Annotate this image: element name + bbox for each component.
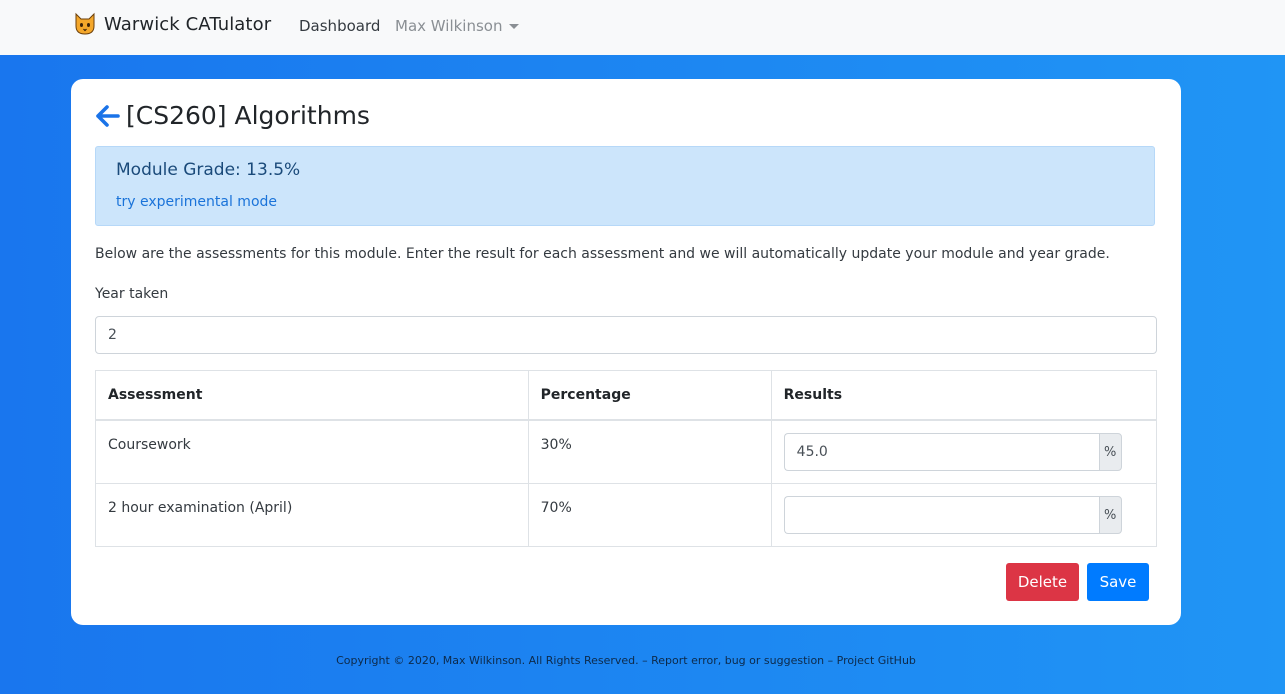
- year-taken-label: Year taken: [95, 286, 169, 302]
- assessment-name: Coursework: [95, 419, 529, 484]
- footer: Copyright © 2020, Max Wilkinson. All Rig…: [0, 654, 1252, 667]
- copyright-text: Copyright © 2020, Max Wilkinson. All Rig…: [336, 654, 639, 667]
- assessment-result-cell: %: [770, 483, 1158, 547]
- brand[interactable]: Warwick CATulator: [73, 12, 271, 36]
- column-header-assessment: Assessment: [95, 370, 529, 421]
- assessment-percentage: 30%: [527, 419, 772, 484]
- report-error-link[interactable]: Report error, bug or suggestion: [651, 654, 824, 667]
- module-title: [CS260] Algorithms: [126, 101, 370, 130]
- result-input[interactable]: [783, 496, 1099, 534]
- year-taken-input[interactable]: [95, 316, 1157, 354]
- module-grade-alert: Module Grade: 13.5% try experimental mod…: [95, 146, 1155, 226]
- module-card: [CS260] Algorithms Module Grade: 13.5% t…: [71, 79, 1181, 625]
- column-header-results: Results: [770, 370, 1158, 421]
- arrow-left-icon[interactable]: [94, 103, 120, 129]
- project-github-link[interactable]: Project GitHub: [837, 654, 916, 667]
- user-menu-label: Max Wilkinson: [395, 17, 503, 35]
- result-input[interactable]: [783, 433, 1099, 471]
- table-row: Coursework 30% %: [95, 419, 1158, 484]
- assessment-result-cell: %: [770, 419, 1158, 484]
- save-button[interactable]: Save: [1087, 563, 1149, 601]
- table-row: 2 hour examination (April) 70% %: [95, 483, 1158, 547]
- assessment-percentage: 70%: [527, 483, 772, 547]
- footer-separator: –: [638, 654, 652, 667]
- assessment-name: 2 hour examination (April): [95, 483, 529, 547]
- percent-suffix: %: [1098, 496, 1122, 534]
- table-header-row: Assessment Percentage Results: [95, 370, 1158, 421]
- result-input-group: %: [783, 433, 1122, 471]
- footer-separator: –: [824, 654, 837, 667]
- cat-face-icon: [75, 12, 95, 35]
- delete-button[interactable]: Delete: [1006, 563, 1079, 601]
- page-title: [CS260] Algorithms: [94, 101, 370, 130]
- result-input-group: %: [783, 496, 1122, 534]
- experimental-mode-link[interactable]: try experimental mode: [116, 194, 277, 210]
- navbar: Warwick CATulator Dashboard Max Wilkinso…: [0, 0, 1285, 55]
- module-grade-text: Module Grade: 13.5%: [116, 160, 301, 180]
- intro-text: Below are the assessments for this modul…: [95, 246, 1110, 262]
- brand-name: Warwick CATulator: [104, 13, 272, 35]
- user-menu-dropdown[interactable]: Max Wilkinson: [395, 17, 520, 35]
- column-header-percentage: Percentage: [527, 370, 772, 421]
- nav-dashboard-link[interactable]: Dashboard: [299, 17, 380, 35]
- caret-down-icon: [509, 24, 520, 29]
- assessments-table: Assessment Percentage Results Coursework…: [95, 370, 1158, 547]
- percent-suffix: %: [1098, 433, 1122, 471]
